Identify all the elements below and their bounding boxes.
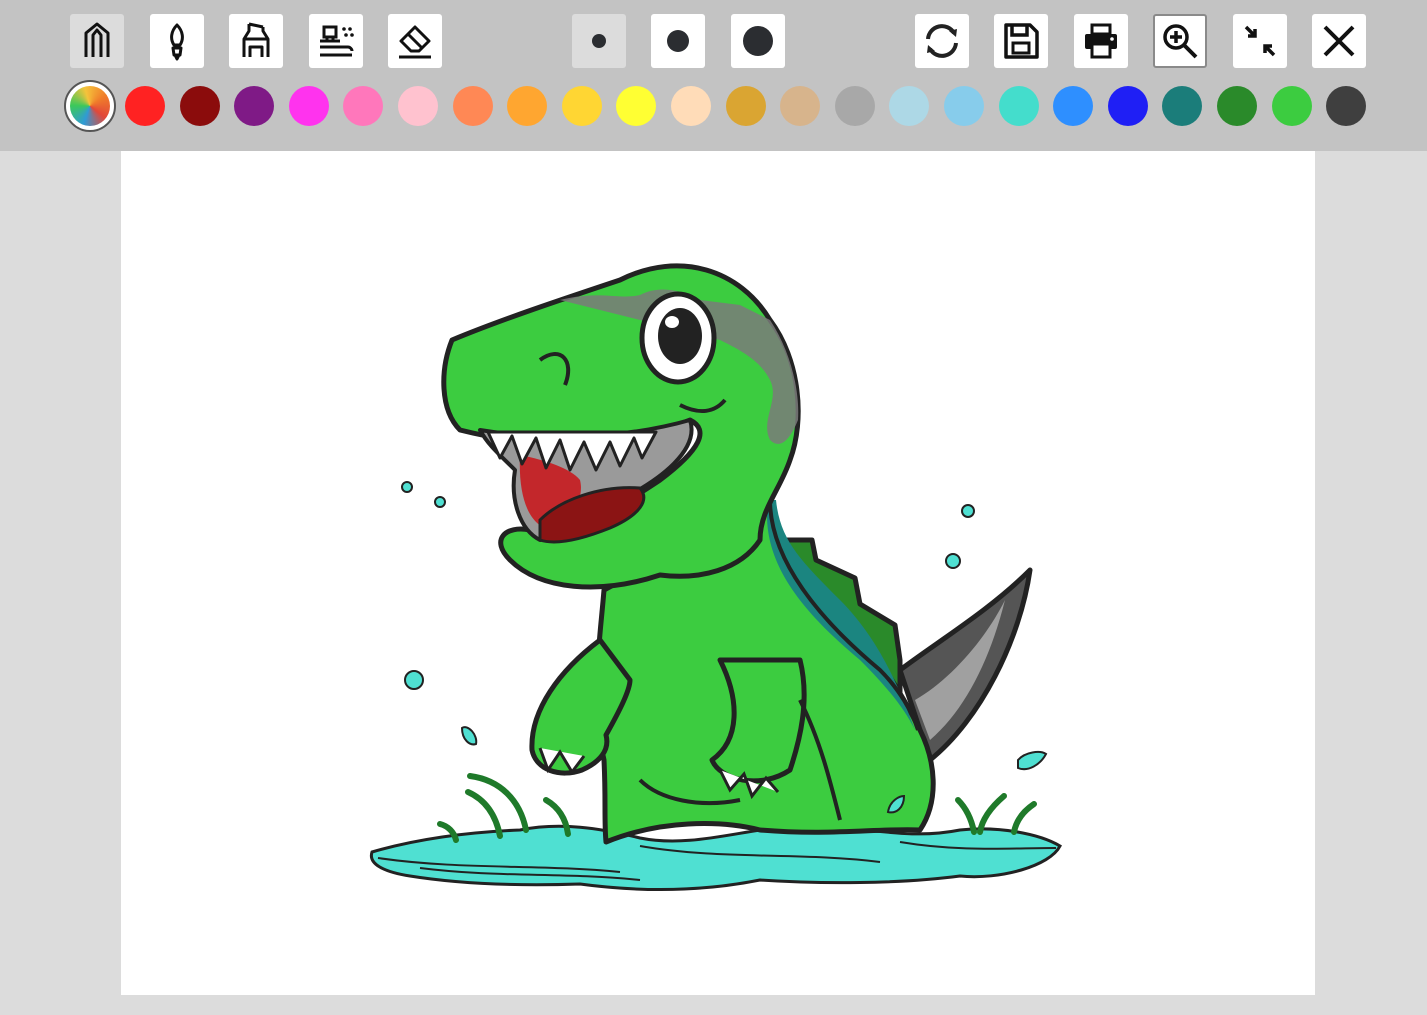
dinosaur-drawing [369,263,1062,892]
color-swatch[interactable] [726,86,766,126]
color-swatch[interactable] [944,86,984,126]
color-swatch[interactable] [234,86,274,126]
color-swatch[interactable] [616,86,656,126]
marker-icon [242,22,270,57]
eraser-tool-button[interactable] [388,14,442,68]
color-swatch[interactable] [1326,86,1366,126]
spray-icon [320,25,354,57]
color-swatch[interactable] [343,86,383,126]
size-small-dot [592,34,606,48]
color-swatch[interactable] [1272,86,1312,126]
marker-tool-button[interactable] [229,14,283,68]
print-button[interactable] [1074,14,1128,68]
color-swatch[interactable] [1053,86,1093,126]
size-large-dot [743,26,773,56]
color-swatch[interactable] [507,86,547,126]
spray-tool-button[interactable] [309,14,363,68]
brush-tool-button[interactable] [150,14,204,68]
color-swatch[interactable] [780,86,820,126]
print-icon [1085,23,1117,59]
pencil-icon [84,22,110,57]
color-swatch[interactable] [835,86,875,126]
drawing-canvas[interactable] [121,151,1315,995]
size-small-button[interactable] [572,14,626,68]
color-swatch[interactable] [125,86,165,126]
color-swatch[interactable] [1217,86,1257,126]
color-swatch[interactable] [453,86,493,126]
color-swatch[interactable] [562,86,602,126]
rainbow-swatch-fill [70,86,110,126]
exit-fullscreen-icon [1244,25,1276,57]
color-swatch[interactable] [671,86,711,126]
brush-icon [170,23,184,61]
zoom-in-icon [1163,24,1198,59]
close-button[interactable] [1312,14,1366,68]
color-swatch[interactable] [398,86,438,126]
size-large-button[interactable] [731,14,785,68]
color-swatch[interactable] [999,86,1039,126]
size-medium-dot [667,30,689,52]
color-swatch[interactable] [1108,86,1148,126]
toolbar [0,0,1427,151]
color-swatch[interactable] [289,86,329,126]
eraser-icon [399,25,431,59]
color-swatch-rainbow[interactable] [64,80,116,132]
size-medium-button[interactable] [651,14,705,68]
save-icon [1004,23,1039,59]
save-button[interactable] [994,14,1048,68]
color-swatch[interactable] [1162,86,1202,126]
exit-fullscreen-button[interactable] [1233,14,1287,68]
color-swatch[interactable] [889,86,929,126]
refresh-icon [926,24,958,58]
refresh-button[interactable] [915,14,969,68]
zoom-in-button[interactable] [1153,14,1207,68]
close-icon [1323,25,1355,57]
pencil-tool-button[interactable] [70,14,124,68]
color-swatch[interactable] [180,86,220,126]
